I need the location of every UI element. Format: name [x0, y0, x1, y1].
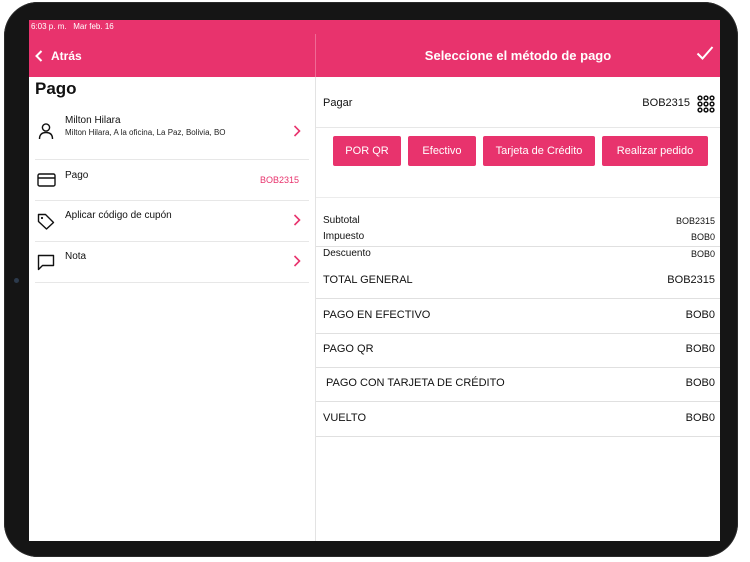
tag-icon [37, 213, 55, 230]
chevron-right-icon [293, 214, 301, 226]
card-icon [37, 173, 56, 187]
total-label: TOTAL GENERAL [323, 274, 413, 286]
card-payment-value: BOB0 [685, 377, 715, 389]
person-icon [38, 123, 54, 140]
camera [14, 278, 19, 283]
customer-row[interactable]: Milton Hilara Milton Hilara, A la oficin… [35, 109, 309, 160]
chevron-right-icon [293, 255, 301, 267]
cash-payment-row: PAGO EN EFECTIVO BOB0 [316, 299, 720, 334]
qr-code-icon[interactable] [697, 95, 715, 113]
coupon-label: Aplicar código de cupón [65, 210, 172, 221]
back-button[interactable]: Atrás [35, 34, 82, 77]
pay-value: BOB2315 [642, 97, 690, 109]
total-value: BOB2315 [667, 274, 715, 286]
payment-label: Pago [65, 170, 89, 181]
status-time: 6:03 p. m. Mar feb. 16 [31, 22, 114, 31]
summary-block: Subtotal BOB2315 Impuesto BOB0 Descuento… [316, 197, 720, 259]
change-label: VUELTO [323, 412, 366, 424]
customer-name: Milton Hilara [65, 115, 121, 126]
total-row: TOTAL GENERAL BOB2315 [316, 264, 720, 299]
note-row[interactable]: Nota [35, 242, 309, 283]
note-label: Nota [65, 251, 87, 262]
payment-method-buttons: POR QR Efectivo Tarjeta de Crédito Reali… [316, 128, 720, 182]
status-bar: 6:03 p. m. Mar feb. 16 ✈ 76% [29, 20, 720, 313]
coupon-row[interactable]: Aplicar código de cupón [35, 201, 309, 242]
pay-label: Pagar [323, 97, 353, 109]
qr-payment-row: PAGO QR BOB0 [316, 333, 720, 368]
section-title: Pago [35, 79, 77, 98]
pay-row: Pagar BOB2315 [316, 77, 720, 128]
qr-payment-label: PAGO QR [323, 343, 374, 355]
discount-label: Descuento [323, 248, 371, 259]
order-panel: Pago Milton Hilara Milton Hilara, A la o… [29, 77, 316, 541]
payment-row[interactable]: Pago BOB2315 [35, 160, 309, 201]
checkmark-icon[interactable] [696, 45, 714, 61]
subtotal-value: BOB2315 [675, 216, 715, 226]
place-order-button[interactable]: Realizar pedido [602, 136, 708, 166]
cash-payment-button[interactable]: Efectivo [408, 136, 476, 166]
chevron-right-icon [293, 125, 301, 137]
qr-payment-value: BOB0 [685, 343, 715, 355]
navigation-bar: Atrás Seleccione el método de pago [29, 34, 720, 77]
qr-payment-button[interactable]: POR QR [333, 136, 401, 166]
card-payment-row: PAGO CON TARJETA DE CRÉDITO BOB0 [316, 367, 720, 402]
credit-card-button[interactable]: Tarjeta de Crédito [483, 136, 595, 166]
change-value: BOB0 [685, 412, 715, 424]
payment-panel: Pagar BOB2315 POR QR Efectivo Tarjeta de… [316, 77, 720, 541]
tax-label: Impuesto [323, 231, 365, 242]
back-label: Atrás [51, 48, 82, 63]
tax-value: BOB0 [690, 232, 715, 242]
page-title: Seleccione el método de pago [424, 48, 612, 63]
chevron-left-icon [35, 49, 43, 62]
subtotal-label: Subtotal [323, 215, 360, 226]
comment-icon [37, 254, 55, 271]
card-payment-label: PAGO CON TARJETA DE CRÉDITO [326, 377, 505, 389]
change-row: VUELTO BOB0 [316, 402, 720, 437]
payment-value: BOB2315 [259, 175, 299, 185]
discount-value: BOB0 [690, 249, 715, 259]
customer-address: Milton Hilara, A la oficina, La Paz, Bol… [65, 128, 226, 137]
tablet-frame: 6:03 p. m. Mar feb. 16 ✈ 76% Atrás Selec… [4, 2, 738, 557]
cash-payment-label: PAGO EN EFECTIVO [323, 309, 431, 321]
cash-payment-value: BOB0 [685, 309, 715, 321]
screen: 6:03 p. m. Mar feb. 16 ✈ 76% Atrás Selec… [29, 20, 720, 541]
